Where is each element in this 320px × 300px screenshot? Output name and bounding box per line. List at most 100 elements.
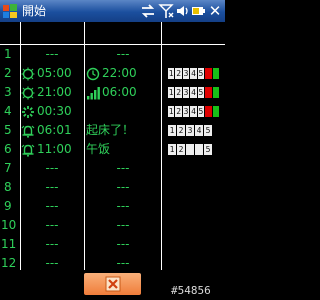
- day-digit-red: [205, 68, 212, 79]
- start-cell[interactable]: 00:30: [21, 102, 83, 121]
- grid-divider: [20, 22, 21, 270]
- table-row[interactable]: 2 05:00 22:00 1 2 3 4 5: [0, 64, 225, 83]
- end-cell[interactable]: ---: [86, 45, 160, 64]
- timer-table: 1 --- --- 2 05:00 22:00 1 2 3 4 5 3 21:0…: [0, 22, 225, 270]
- start-time: 06:01: [37, 123, 72, 137]
- start-cell[interactable]: 06:01: [21, 121, 83, 140]
- end-cell[interactable]: ---: [86, 178, 160, 197]
- day-digit: 4: [195, 125, 203, 136]
- start-cell[interactable]: ---: [21, 197, 83, 216]
- day-digit: 5: [197, 68, 205, 79]
- row-number: 6: [4, 142, 12, 156]
- grid-divider: [84, 22, 85, 270]
- row-number: 3: [4, 85, 12, 99]
- grid-divider: [161, 22, 162, 270]
- row-number: 7: [4, 161, 12, 175]
- day-digit: [186, 144, 194, 155]
- alarm-bell-icon: [21, 125, 35, 138]
- start-cell[interactable]: ---: [21, 45, 83, 64]
- signal-icon: [87, 86, 100, 99]
- cancel-softkey-button[interactable]: [84, 273, 141, 295]
- weekday-indicator: 1 2 5: [168, 144, 220, 155]
- weekday-indicator: 1 2 3 4 5: [168, 68, 220, 79]
- table-row[interactable]: 3 21:00 06:00 1 2 3 4 5: [0, 83, 225, 102]
- day-digit: [195, 144, 203, 155]
- day-digit-green: [212, 68, 219, 79]
- battery-icon[interactable]: [191, 3, 205, 19]
- table-row[interactable]: 4 00:30 1 2 3 4 5: [0, 102, 225, 121]
- day-digit: 5: [197, 106, 205, 117]
- start-cell[interactable]: ---: [21, 178, 83, 197]
- day-digit: 1: [168, 125, 176, 136]
- start-cell[interactable]: 21:00: [21, 83, 83, 102]
- start-time: 21:00: [37, 85, 72, 99]
- table-row[interactable]: 11 --- ---: [0, 235, 225, 254]
- table-header-row: [0, 26, 225, 45]
- day-digit: 5: [197, 87, 205, 98]
- clock-icon: [86, 67, 100, 80]
- end-cell[interactable]: 06:00: [86, 83, 160, 102]
- table-row[interactable]: 1 --- ---: [0, 45, 225, 64]
- day-digit: 4: [190, 106, 197, 117]
- day-digit-green: [212, 87, 219, 98]
- table-row[interactable]: 10 --- ---: [0, 216, 225, 235]
- row-number: 4: [4, 104, 12, 118]
- start-cell[interactable]: ---: [21, 159, 83, 178]
- day-digit: 3: [182, 68, 190, 79]
- weekday-indicator: 1 2 3 4 5: [168, 106, 220, 117]
- signal-off-icon[interactable]: [158, 3, 174, 19]
- window-title: 開始: [22, 4, 47, 18]
- day-digit: 2: [175, 106, 182, 117]
- close-icon[interactable]: ✕: [207, 3, 223, 19]
- start-time: 00:30: [37, 104, 72, 118]
- end-cell[interactable]: ---: [86, 216, 160, 235]
- row-number: 10: [1, 218, 17, 232]
- day-digit: 1: [168, 106, 175, 117]
- start-time: 05:00: [37, 66, 72, 80]
- start-cell[interactable]: ---: [21, 216, 83, 235]
- end-cell[interactable]: [86, 102, 160, 121]
- row-number: 1: [4, 47, 12, 61]
- day-digit: 1: [168, 144, 176, 155]
- day-digit: 3: [182, 87, 190, 98]
- day-digit: 5: [204, 144, 212, 155]
- end-time: 06:00: [102, 85, 137, 99]
- start-cell[interactable]: ---: [21, 235, 83, 254]
- day-digit-red: [205, 106, 212, 117]
- weekday-indicator: 1 2 3 4 5: [168, 125, 220, 136]
- end-time: 22:00: [102, 66, 137, 80]
- day-digit: 5: [204, 125, 212, 136]
- sun-timer-icon: [21, 67, 35, 80]
- day-digit: 1: [168, 87, 175, 98]
- day-digit: 2: [177, 144, 185, 155]
- day-digit: 2: [175, 87, 182, 98]
- end-cell[interactable]: 22:00: [86, 64, 160, 83]
- windows-flag-icon[interactable]: [2, 3, 18, 19]
- day-digit: 4: [190, 68, 197, 79]
- end-cell[interactable]: ---: [86, 235, 160, 254]
- volume-icon[interactable]: [175, 3, 191, 19]
- watermark-id: #54856: [171, 284, 211, 297]
- sun-timer-icon: [21, 86, 35, 99]
- table-row[interactable]: 8 --- ---: [0, 178, 225, 197]
- start-cell[interactable]: 11:00: [21, 140, 83, 159]
- alarm-message[interactable]: 起床了！: [86, 121, 160, 140]
- day-digit: 2: [177, 125, 185, 136]
- end-cell[interactable]: ---: [86, 159, 160, 178]
- table-row[interactable]: 9 --- ---: [0, 197, 225, 216]
- grid-divider: [0, 44, 225, 45]
- title-bar: 開始 ✕: [0, 0, 225, 22]
- day-digit: 1: [168, 68, 175, 79]
- table-row[interactable]: 6 11:00 午饭 1 2 5: [0, 140, 225, 159]
- row-number: 5: [4, 123, 12, 137]
- start-cell[interactable]: 05:00: [21, 64, 83, 83]
- end-cell[interactable]: ---: [86, 197, 160, 216]
- row-number: 11: [1, 237, 17, 251]
- cancel-x-icon: [105, 276, 121, 292]
- sync-arrows-icon[interactable]: [140, 3, 156, 19]
- day-digit: 2: [175, 68, 182, 79]
- table-row[interactable]: 5 06:01 起床了！ 1 2 3 4 5: [0, 121, 225, 140]
- table-row[interactable]: 7 --- ---: [0, 159, 225, 178]
- alarm-message[interactable]: 午饭: [86, 140, 160, 159]
- day-digit-red: [205, 87, 212, 98]
